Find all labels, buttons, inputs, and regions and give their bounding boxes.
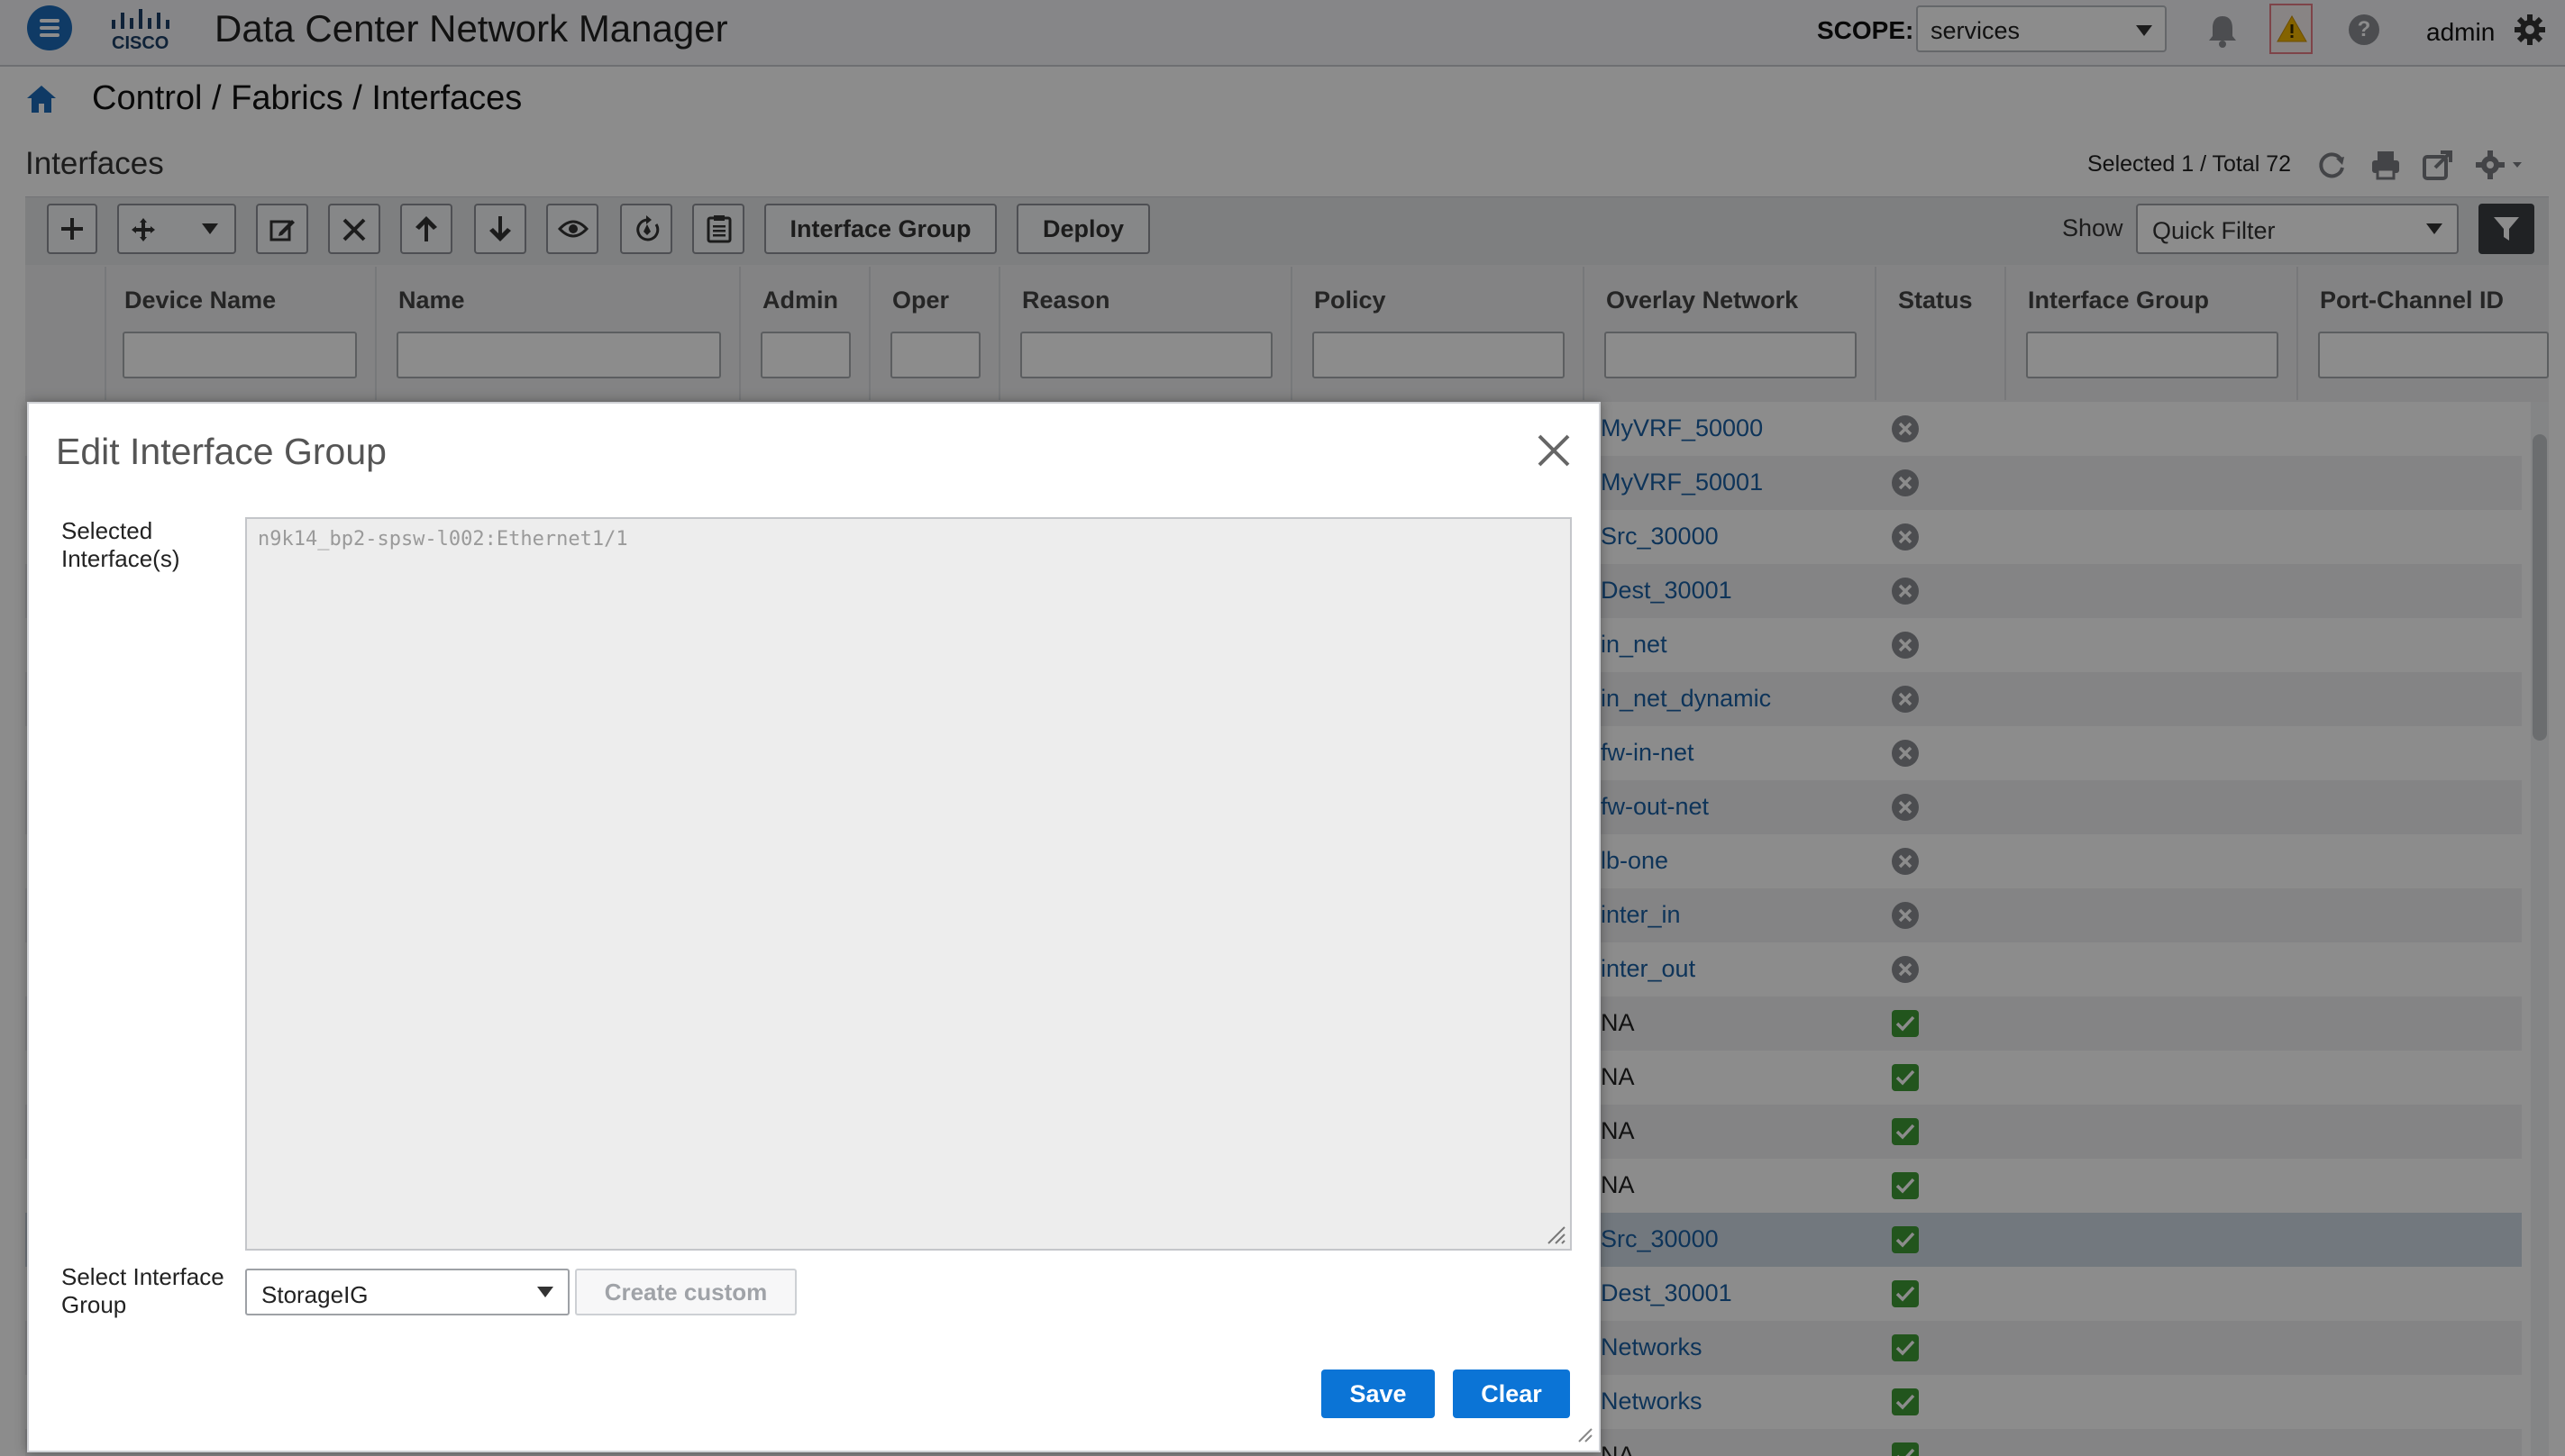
- interface-group-value: StorageIG: [261, 1281, 369, 1308]
- selected-interfaces-value: n9k14_bp2-spsw-l002:Ethernet1/1: [258, 528, 628, 551]
- chevron-down-icon: [537, 1287, 553, 1297]
- select-interface-group-label: Select Interface Group: [61, 1263, 224, 1318]
- selected-interfaces-textarea[interactable]: n9k14_bp2-spsw-l002:Ethernet1/1: [245, 517, 1572, 1251]
- selected-interfaces-label: Selected Interface(s): [61, 517, 180, 572]
- clear-button[interactable]: Clear: [1453, 1370, 1570, 1418]
- interface-group-select[interactable]: StorageIG: [245, 1269, 570, 1315]
- dialog-title: Edit Interface Group: [56, 431, 387, 472]
- close-icon[interactable]: [1534, 431, 1574, 470]
- save-button[interactable]: Save: [1321, 1370, 1435, 1418]
- resize-handle-icon[interactable]: [1543, 1222, 1566, 1245]
- dialog-resize-handle-icon[interactable]: [1575, 1425, 1593, 1443]
- create-custom-button[interactable]: Create custom: [575, 1269, 797, 1315]
